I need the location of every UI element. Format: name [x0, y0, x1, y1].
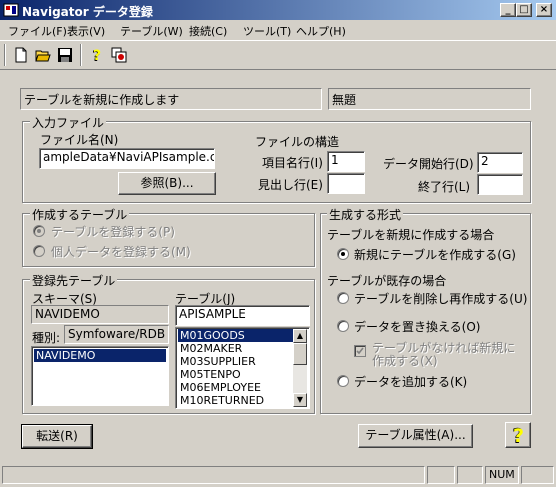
heading-row-label: 見出し行(E) — [258, 178, 323, 192]
new-case-label: テーブルを新規に作成する場合 — [327, 228, 495, 242]
recreate-table-label: テーブルを削除し再作成する(U) — [354, 292, 528, 306]
menu-file[interactable]: ファイル(F) — [8, 23, 67, 39]
recreate-table-radio[interactable] — [337, 292, 349, 304]
close-button[interactable]: × — [536, 3, 552, 17]
register-personal-radio[interactable] — [33, 245, 45, 257]
list-item[interactable]: NAVIDEMO — [34, 349, 166, 362]
help-toolbar-button[interactable]: ?? — [86, 44, 108, 66]
destination-group-label: 登録先テーブル — [30, 272, 118, 289]
menu-help[interactable]: ヘルプ(H) — [296, 23, 346, 39]
new-file-button[interactable] — [10, 44, 32, 66]
list-item[interactable]: M02MAKER — [178, 342, 242, 355]
schema-value: NAVIDEMO — [31, 305, 169, 324]
append-data-radio[interactable] — [337, 375, 349, 387]
data-start-row-label: データ開始行(D) — [383, 157, 474, 171]
statusbar-cell — [427, 466, 455, 484]
item-row-input[interactable]: 1 — [327, 151, 365, 172]
scroll-up-icon[interactable]: ▲ — [293, 329, 307, 343]
list-item[interactable]: M03SUPPLIER — [178, 355, 256, 368]
toolbar-separator — [80, 44, 82, 66]
file-name-label: ファイル名(N) — [40, 133, 119, 147]
table-input[interactable]: APISAMPLE — [175, 305, 310, 326]
item-row-label: 項目名行(I) — [262, 156, 323, 170]
file-structure-label: ファイルの構造 — [255, 135, 340, 149]
input-file-group-label: 入力ファイル — [30, 114, 107, 131]
replace-data-label: データを置き換える(O) — [354, 320, 481, 334]
menu-bar: ファイル(F) 表示(V) テーブル(W) 接続(C) ツール(T) ヘルプ(H… — [0, 20, 556, 40]
title-bar[interactable]: Navigator データ登録 _ □ × — [0, 0, 556, 20]
browse-button[interactable]: 参照(B)... — [118, 172, 216, 195]
menu-view[interactable]: 表示(V) — [67, 23, 105, 39]
statusbar-cell — [521, 466, 554, 484]
register-table-label: テーブルを登録する(P) — [51, 225, 175, 239]
save-icon — [58, 48, 72, 62]
statusbar-cell — [457, 466, 483, 484]
transfer-button[interactable]: 転送(R) — [21, 424, 93, 449]
menu-tools[interactable]: ツール(T) — [243, 23, 291, 39]
open-folder-icon — [35, 50, 51, 62]
svg-text:?: ? — [93, 48, 101, 63]
copy-window-icon — [111, 47, 127, 63]
help-button[interactable]: ? ? — [505, 422, 531, 448]
minimize-button[interactable]: _ — [500, 3, 516, 17]
check-mark-icon — [356, 347, 364, 355]
register-table-radio[interactable] — [33, 225, 45, 237]
statusbar-num: NUM — [485, 466, 519, 484]
append-data-label: データを追加する(K) — [354, 375, 468, 389]
save-button[interactable] — [54, 44, 76, 66]
end-row-input[interactable] — [477, 174, 523, 195]
replace-data-radio[interactable] — [337, 320, 349, 332]
scroll-thumb[interactable] — [293, 343, 307, 365]
heading-row-input[interactable] — [327, 173, 365, 194]
help-icon: ? ? — [512, 424, 524, 446]
schema-list[interactable]: NAVIDEMO — [31, 346, 169, 406]
table-list-scrollbar[interactable]: ▲ ▼ — [293, 329, 307, 407]
help-icon: ?? — [92, 47, 101, 63]
data-start-row-input[interactable]: 2 — [477, 152, 523, 173]
new-table-radio[interactable] — [337, 248, 349, 260]
open-button[interactable] — [32, 44, 54, 66]
scroll-down-icon[interactable]: ▼ — [293, 393, 307, 407]
list-item[interactable]: M01GOODS — [178, 329, 293, 342]
end-row-label: 終了行(L) — [418, 180, 471, 194]
list-item[interactable]: M10RETURNED — [178, 394, 264, 407]
register-personal-label: 個人データを登録する(M) — [51, 245, 191, 259]
kind-label: 種別: — [32, 331, 61, 345]
app-icon[interactable] — [3, 2, 19, 18]
table-list[interactable]: M01GOODS M02MAKER M03SUPPLIER M05TENPO M… — [175, 327, 310, 409]
menu-table[interactable]: テーブル(W) — [120, 23, 183, 39]
svg-text:?: ? — [513, 425, 524, 446]
window-title: Navigator データ登録 — [22, 5, 153, 19]
list-item[interactable]: M05TENPO — [178, 368, 241, 381]
statusbar-message — [2, 466, 425, 484]
status-title: 無題 — [328, 88, 531, 110]
exist-case-label: テーブルが既存の場合 — [327, 274, 447, 288]
create-table-group-label: 作成するテーブル — [30, 206, 130, 223]
toolbar-grip — [4, 44, 6, 66]
create-if-missing-label-line2: 作成する(X) — [372, 354, 438, 368]
window-copy-button[interactable] — [108, 44, 130, 66]
new-file-icon — [15, 47, 27, 63]
new-table-label: 新規にテーブルを作成する(G) — [354, 248, 516, 262]
generation-group-label: 生成する形式 — [327, 206, 404, 223]
toolbar — [0, 40, 556, 70]
kind-value: Symfoware/RDB — [64, 325, 169, 344]
create-if-missing-checkbox[interactable] — [354, 345, 366, 357]
status-message: テーブルを新規に作成します — [20, 88, 322, 110]
file-name-input[interactable]: ampleData¥NaviAPIsample.csv — [39, 148, 215, 169]
menu-connect[interactable]: 接続(C) — [189, 23, 227, 39]
table-attributes-button[interactable]: テーブル属性(A)... — [358, 424, 473, 448]
list-item[interactable]: M06EMPLOYEE — [178, 381, 261, 394]
maximize-button[interactable]: □ — [516, 3, 532, 17]
